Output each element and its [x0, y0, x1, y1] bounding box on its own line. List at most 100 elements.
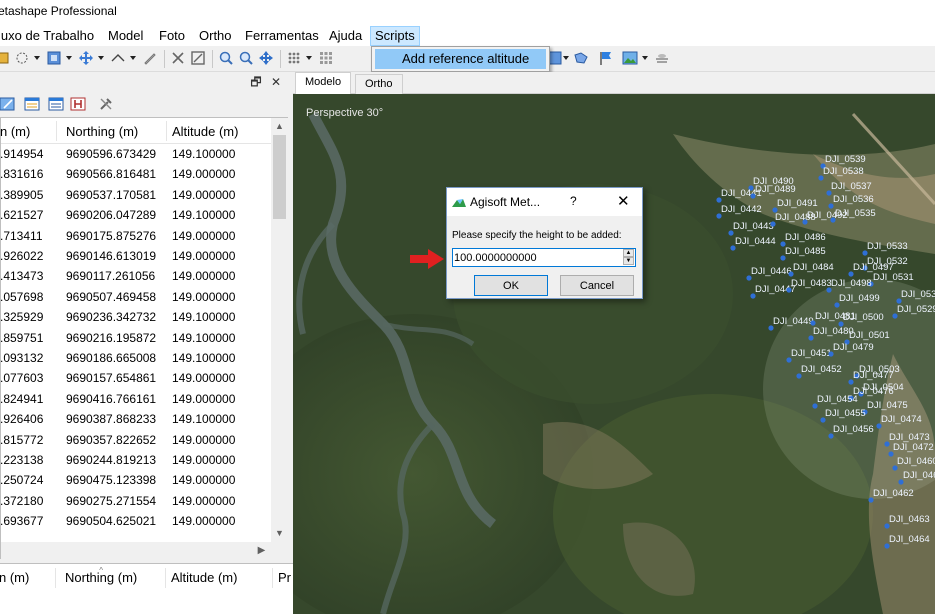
settings-icon[interactable]: [98, 96, 114, 112]
image-icon[interactable]: [622, 50, 638, 66]
table-row[interactable]: .926022 9690146.613019 149.000000: [0, 246, 271, 266]
camera-marker[interactable]: DJI_0454: [812, 394, 858, 409]
table-row[interactable]: .859751 9690216.195872 149.100000: [0, 328, 271, 348]
tab-ortho[interactable]: Ortho: [355, 74, 403, 94]
camera-marker[interactable]: DJI_0461: [898, 470, 935, 485]
camera-marker[interactable]: DJI_0480: [808, 326, 854, 341]
chevron-down-icon[interactable]: [130, 56, 136, 60]
table-row[interactable]: .413473 9690117.261056 149.000000: [0, 266, 271, 286]
scroll-thumb[interactable]: [273, 135, 286, 219]
camera-marker[interactable]: DJI_0452: [796, 364, 842, 379]
camera-marker[interactable]: DJI_0531: [868, 272, 914, 287]
camera-marker[interactable]: DJI_0474: [876, 414, 922, 429]
chevron-down-icon[interactable]: [66, 56, 72, 60]
chevron-up-icon[interactable]: ▲: [271, 118, 288, 135]
cancel-button[interactable]: Cancel: [560, 275, 634, 296]
convert-icon[interactable]: [70, 96, 86, 112]
chevron-right-icon[interactable]: ▶: [253, 542, 270, 559]
spin-up-icon[interactable]: ▲: [623, 249, 634, 257]
shape-icon[interactable]: [573, 50, 589, 66]
col-northing[interactable]: Northing (m): [66, 124, 138, 139]
camera-marker[interactable]: DJI_0536: [828, 194, 874, 209]
horizontal-scrollbar[interactable]: ▶: [1, 542, 288, 559]
close-button[interactable]: ✕: [617, 192, 630, 210]
zoom-in-icon[interactable]: [218, 50, 234, 66]
camera-marker[interactable]: DJI_0455: [820, 408, 866, 423]
menu-ortho[interactable]: Ortho: [199, 28, 232, 46]
lasso-icon[interactable]: [14, 50, 30, 66]
camera-marker[interactable]: DJI_0479: [828, 342, 874, 357]
zoom-out-icon[interactable]: [238, 50, 254, 66]
camera-marker[interactable]: DJI_0444: [730, 236, 776, 251]
camera-marker[interactable]: DJI_0446: [746, 266, 792, 281]
menu-workflow[interactable]: luxo de Trabalho: [0, 28, 94, 46]
menu-model[interactable]: Model: [108, 28, 143, 46]
delete-icon[interactable]: [170, 50, 186, 66]
vertical-scrollbar[interactable]: ▲ ▼: [271, 118, 288, 542]
camera-marker[interactable]: DJI_0451: [786, 348, 832, 363]
table-row[interactable]: .815772 9690357.822652 149.000000: [0, 430, 271, 450]
region-icon[interactable]: [46, 50, 62, 66]
camera-marker[interactable]: DJI_0475: [862, 400, 908, 415]
close-pane-icon[interactable]: ✕: [268, 74, 284, 90]
ok-button[interactable]: OK: [474, 275, 548, 296]
col-easting[interactable]: n (m): [0, 570, 29, 585]
table-row[interactable]: .057698 9690507.469458 149.000000: [0, 287, 271, 307]
table-row[interactable]: .389905 9690537.170581 149.000000: [0, 185, 271, 205]
table-row[interactable]: .250724 9690475.123398 149.000000: [0, 470, 271, 490]
chevron-down-icon[interactable]: [563, 56, 569, 60]
col-altitude[interactable]: Altitude (m): [172, 124, 238, 139]
camera-marker[interactable]: DJI_0533: [862, 241, 908, 256]
table-row[interactable]: .831616 9690566.816481 149.000000: [0, 164, 271, 184]
table-row[interactable]: .693677 9690504.625021 149.000000: [0, 511, 271, 531]
camera-marker[interactable]: DJI_0443: [728, 221, 774, 236]
camera-marker[interactable]: DJI_0460: [892, 456, 935, 471]
pencil-icon[interactable]: [142, 50, 158, 66]
add-reference-altitude-item[interactable]: Add reference altitude: [375, 49, 546, 69]
col-northing[interactable]: ^ Northing (m): [65, 566, 137, 585]
table-row[interactable]: .077603 9690157.654861 149.000000: [0, 368, 271, 388]
camera-marker[interactable]: DJI_0529: [892, 304, 935, 319]
col-precision[interactable]: Pr: [278, 570, 291, 585]
height-spinbox[interactable]: ▲ ▼: [452, 248, 636, 267]
points-icon[interactable]: [286, 50, 302, 66]
layers-icon[interactable]: [654, 50, 670, 66]
crop-icon[interactable]: [190, 50, 206, 66]
table-row[interactable]: .372180 9690275.271554 149.000000: [0, 491, 271, 511]
table-row[interactable]: .926406 9690387.868233 149.100000: [0, 409, 271, 429]
camera-marker[interactable]: DJI_0463: [884, 514, 930, 529]
table-row[interactable]: .713411 9690175.875276 149.000000: [0, 226, 271, 246]
flag-icon[interactable]: [598, 50, 614, 66]
table-row[interactable]: .223138 9690244.819213 149.000000: [0, 450, 271, 470]
camera-marker[interactable]: DJI_0538: [818, 166, 864, 181]
chevron-down-icon[interactable]: [34, 56, 40, 60]
camera-marker[interactable]: DJI_0498: [826, 278, 872, 293]
table-row[interactable]: .093132 9690186.665008 149.100000: [0, 348, 271, 368]
camera-marker[interactable]: DJI_0486: [780, 232, 826, 247]
table-row[interactable]: .621527 9690206.047289 149.100000: [0, 205, 271, 225]
menu-photo[interactable]: Foto: [159, 28, 185, 46]
spin-down-icon[interactable]: ▼: [623, 257, 634, 265]
table-row[interactable]: .824941 9690416.766161 149.000000: [0, 389, 271, 409]
camera-marker[interactable]: DJI_0462: [868, 488, 914, 503]
menu-scripts[interactable]: Scripts: [370, 26, 420, 46]
chevron-down-icon[interactable]: ▼: [271, 525, 288, 542]
pan-icon[interactable]: [258, 50, 274, 66]
select-icon[interactable]: [0, 50, 10, 66]
camera-marker[interactable]: DJI_0464: [884, 534, 930, 549]
model-viewport[interactable]: DJI_0539 DJI_0538 DJI_0490 DJI_0537 DJI_0441…: [293, 94, 935, 614]
camera-marker[interactable]: DJI_0485: [780, 246, 826, 261]
menu-help[interactable]: Ajuda: [329, 28, 362, 46]
tab-model[interactable]: Modelo: [295, 72, 352, 94]
import-icon[interactable]: [24, 96, 40, 112]
export-icon[interactable]: [48, 96, 64, 112]
height-input[interactable]: [454, 250, 618, 265]
chevron-down-icon[interactable]: [306, 56, 312, 60]
camera-marker[interactable]: DJI_0449: [768, 316, 814, 331]
help-button[interactable]: ?: [570, 194, 577, 208]
col-easting[interactable]: n (m): [0, 124, 30, 139]
camera-marker[interactable]: DJI_0499: [834, 293, 880, 308]
camera-marker[interactable]: DJI_0456: [828, 424, 874, 439]
camera-marker[interactable]: DJI_0484: [788, 262, 834, 277]
ruler-icon[interactable]: [110, 50, 126, 66]
